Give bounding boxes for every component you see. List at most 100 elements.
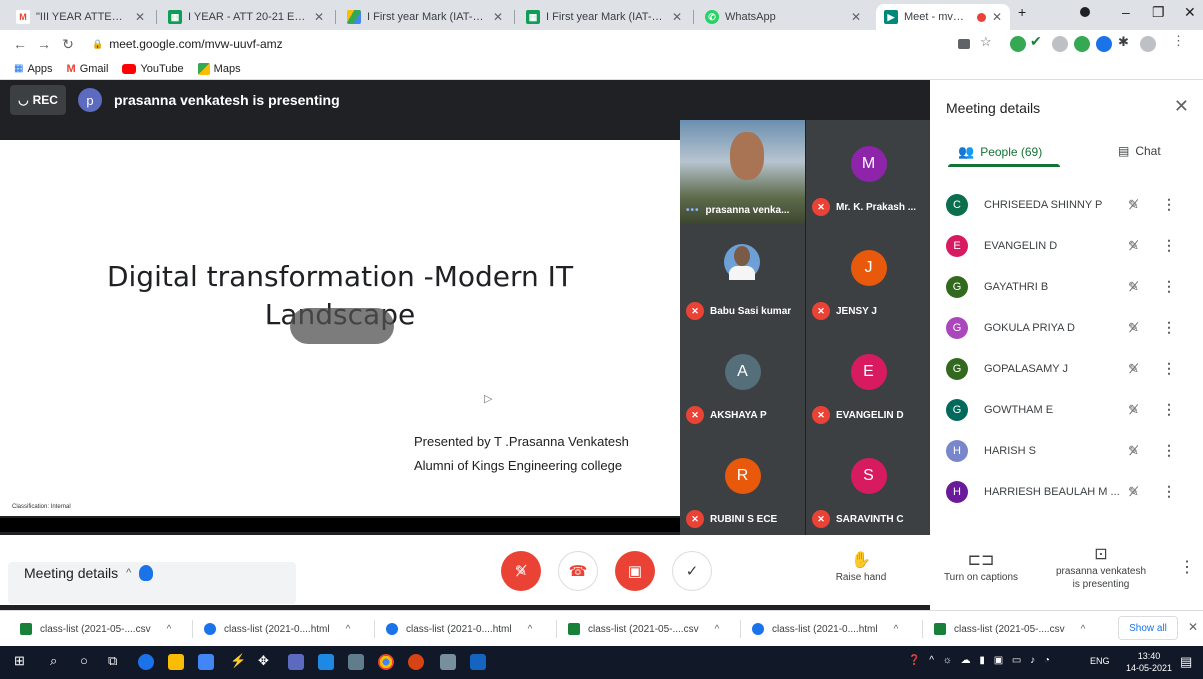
download-item[interactable]: class-list (2021-05-....csv ^ (20, 611, 171, 647)
close-icon[interactable]: ✕ (992, 10, 1002, 24)
search-icon[interactable]: ⌕ (50, 653, 57, 669)
extension-icon[interactable] (1010, 36, 1026, 52)
chevron-up-icon[interactable]: ^ (528, 624, 533, 635)
minimize-icon[interactable]: – (1122, 4, 1130, 20)
mic-off-icon[interactable]: ✎̸ (1128, 320, 1139, 336)
bookmark-youtube[interactable]: YouTube (122, 63, 184, 75)
close-icon[interactable]: ✕ (493, 10, 503, 24)
back-icon[interactable]: ← (8, 36, 32, 52)
camera-icon[interactable] (958, 39, 970, 49)
participant-tile[interactable]: J ✕ JENSY J (806, 224, 931, 328)
download-item[interactable]: class-list (2021-0....html ^ (204, 611, 350, 647)
participant-tile[interactable]: E ✕ EVANGELIN D (806, 328, 931, 432)
bookmark-maps[interactable]: Maps (197, 62, 241, 75)
chevron-up-icon[interactable]: ^ (1081, 624, 1086, 635)
more-options-icon[interactable]: ⋮ (1162, 483, 1176, 500)
list-item[interactable]: G GOPALASAMY J ✎̸ ⋮ (930, 348, 1203, 389)
raise-hand-button[interactable]: ✋ Raise hand (806, 551, 916, 584)
tab-people[interactable]: 👥 People (69) (958, 144, 1042, 160)
clock[interactable]: 13:40 14-05-2021 (1124, 650, 1174, 674)
mic-toggle-button[interactable]: ✎̸ (501, 551, 541, 591)
grammarly-icon[interactable] (1074, 36, 1090, 52)
slide-nav-pill[interactable] (290, 308, 394, 344)
rec-badge[interactable]: ◡ REC (10, 85, 66, 115)
chevron-up-icon[interactable]: ^ (346, 624, 351, 635)
app-icon[interactable] (288, 654, 304, 670)
mic-off-icon[interactable]: ✎̸ (1128, 361, 1139, 377)
reload-icon[interactable]: ↻ (56, 36, 80, 53)
cortana-icon[interactable]: ○ (80, 653, 88, 668)
close-icon[interactable]: ✕ (851, 10, 861, 24)
list-item[interactable]: H HARRIESH BEAULAH M ... ✎̸ ⋮ (930, 471, 1203, 512)
mic-off-icon[interactable]: ✎̸ (1128, 279, 1139, 295)
list-item[interactable]: H HARISH S ✎̸ ⋮ (930, 430, 1203, 471)
meeting-details-button[interactable]: Meeting details ^ (24, 565, 154, 581)
menu-icon[interactable]: ⋮ (1172, 33, 1188, 49)
more-options-icon[interactable]: ⋮ (1162, 278, 1176, 295)
file-explorer-icon[interactable] (168, 654, 184, 670)
winamp-icon[interactable]: ⚡ (230, 653, 246, 669)
list-item[interactable]: G GAYATHRI B ✎̸ ⋮ (930, 266, 1203, 307)
mic-off-icon[interactable]: ✎̸ (1128, 484, 1139, 500)
mail-icon[interactable] (198, 654, 214, 670)
captions-button[interactable]: ⊏⊐ Turn on captions (926, 551, 1036, 584)
address-bar[interactable]: 🔒 meet.google.com/mvw-uuvf-amz (92, 32, 952, 56)
star-icon[interactable]: ☆ (980, 34, 996, 50)
bookmark-apps[interactable]: ▦ Apps (14, 63, 53, 75)
new-tab-icon[interactable]: + (1018, 4, 1026, 20)
participant-tile[interactable]: ✕ Babu Sasi kumar (680, 224, 805, 328)
download-item[interactable]: class-list (2021-05-....csv ^ (934, 611, 1085, 647)
tab-att-sheet[interactable]: ▦ I YEAR - ATT 20-21 EVEN-W ✕ (160, 4, 332, 30)
participant-tile[interactable]: R ✕ RUBINI S ECE (680, 432, 805, 536)
participant-tile[interactable]: ••• prasanna venka... (680, 120, 805, 224)
chevron-up-icon[interactable]: ^ (894, 624, 899, 635)
tab-attendance[interactable]: M "III YEAR ATTENDANCE" - g ✕ (8, 4, 153, 30)
close-icon[interactable]: ✕ (1188, 620, 1198, 634)
more-options-icon[interactable]: ⋮ (1162, 360, 1176, 377)
profile-avatar-icon[interactable] (1140, 36, 1156, 52)
download-item[interactable]: class-list (2021-0....html ^ (386, 611, 532, 647)
mic-off-icon[interactable]: ✎̸ (1128, 443, 1139, 459)
list-item[interactable]: C CHRISEEDA SHINNY P ✎̸ ⋮ (930, 184, 1203, 225)
powerpoint-icon[interactable] (408, 654, 424, 670)
leave-call-button[interactable]: ☎ (558, 551, 598, 591)
extension-icon[interactable] (1052, 36, 1068, 52)
tab-whatsapp[interactable]: ✆ WhatsApp ✕ (697, 4, 869, 30)
task-view-icon[interactable]: ⧉ (108, 653, 117, 669)
notification-icon[interactable]: ▤ (1180, 654, 1192, 670)
participant-tile[interactable]: A ✕ AKSHAYA P (680, 328, 805, 432)
language-indicator[interactable]: ENG (1090, 656, 1110, 666)
window-close-icon[interactable]: ✕ (1184, 4, 1196, 21)
tab-mark-sheet[interactable]: ▦ I First year Mark (IAT-1).xlsx ✕ (518, 4, 690, 30)
maximize-icon[interactable]: ❐ (1152, 4, 1165, 21)
profile-icon[interactable] (1080, 7, 1090, 17)
puzzle-icon[interactable]: ✱ (1118, 34, 1134, 50)
word-icon[interactable] (470, 654, 486, 670)
more-options-icon[interactable]: ⋮ (1162, 401, 1176, 418)
close-icon[interactable]: ✕ (672, 10, 682, 24)
participant-tile[interactable]: S ✕ SARAVINTH C (806, 432, 931, 536)
list-item[interactable]: G GOKULA PRIYA D ✎̸ ⋮ (930, 307, 1203, 348)
check-extension-icon[interactable]: ✔ (1030, 33, 1046, 49)
download-item[interactable]: class-list (2021-05-....csv ^ (568, 611, 719, 647)
zoom-icon[interactable] (318, 654, 334, 670)
forward-icon[interactable]: → (32, 36, 56, 52)
chevron-up-icon[interactable]: ^ (167, 624, 172, 635)
more-options-icon[interactable]: ⋮ (1162, 442, 1176, 459)
list-item[interactable]: E EVANGELIN D ✎̸ ⋮ (930, 225, 1203, 266)
app-icon[interactable] (348, 654, 364, 670)
participant-tile[interactable]: M ✕ Mr. K. Prakash ... (806, 120, 931, 224)
tab-chat[interactable]: ▤ Chat (1118, 144, 1161, 158)
edge-icon[interactable] (138, 654, 154, 670)
windows-start-icon[interactable]: ⊞ (14, 653, 25, 669)
check-button[interactable]: ✓ (672, 551, 712, 591)
chevron-up-icon[interactable]: ^ (715, 624, 720, 635)
chrome-icon[interactable] (378, 654, 394, 670)
mic-off-icon[interactable]: ✎̸ (1128, 402, 1139, 418)
extension-icon[interactable] (1096, 36, 1112, 52)
close-icon[interactable]: ✕ (314, 10, 324, 24)
close-icon[interactable]: ✕ (135, 10, 145, 24)
bookmark-gmail[interactable]: M Gmail (67, 63, 109, 75)
more-options-icon[interactable]: ⋮ (1162, 237, 1176, 254)
close-icon[interactable]: ✕ (1174, 96, 1189, 117)
